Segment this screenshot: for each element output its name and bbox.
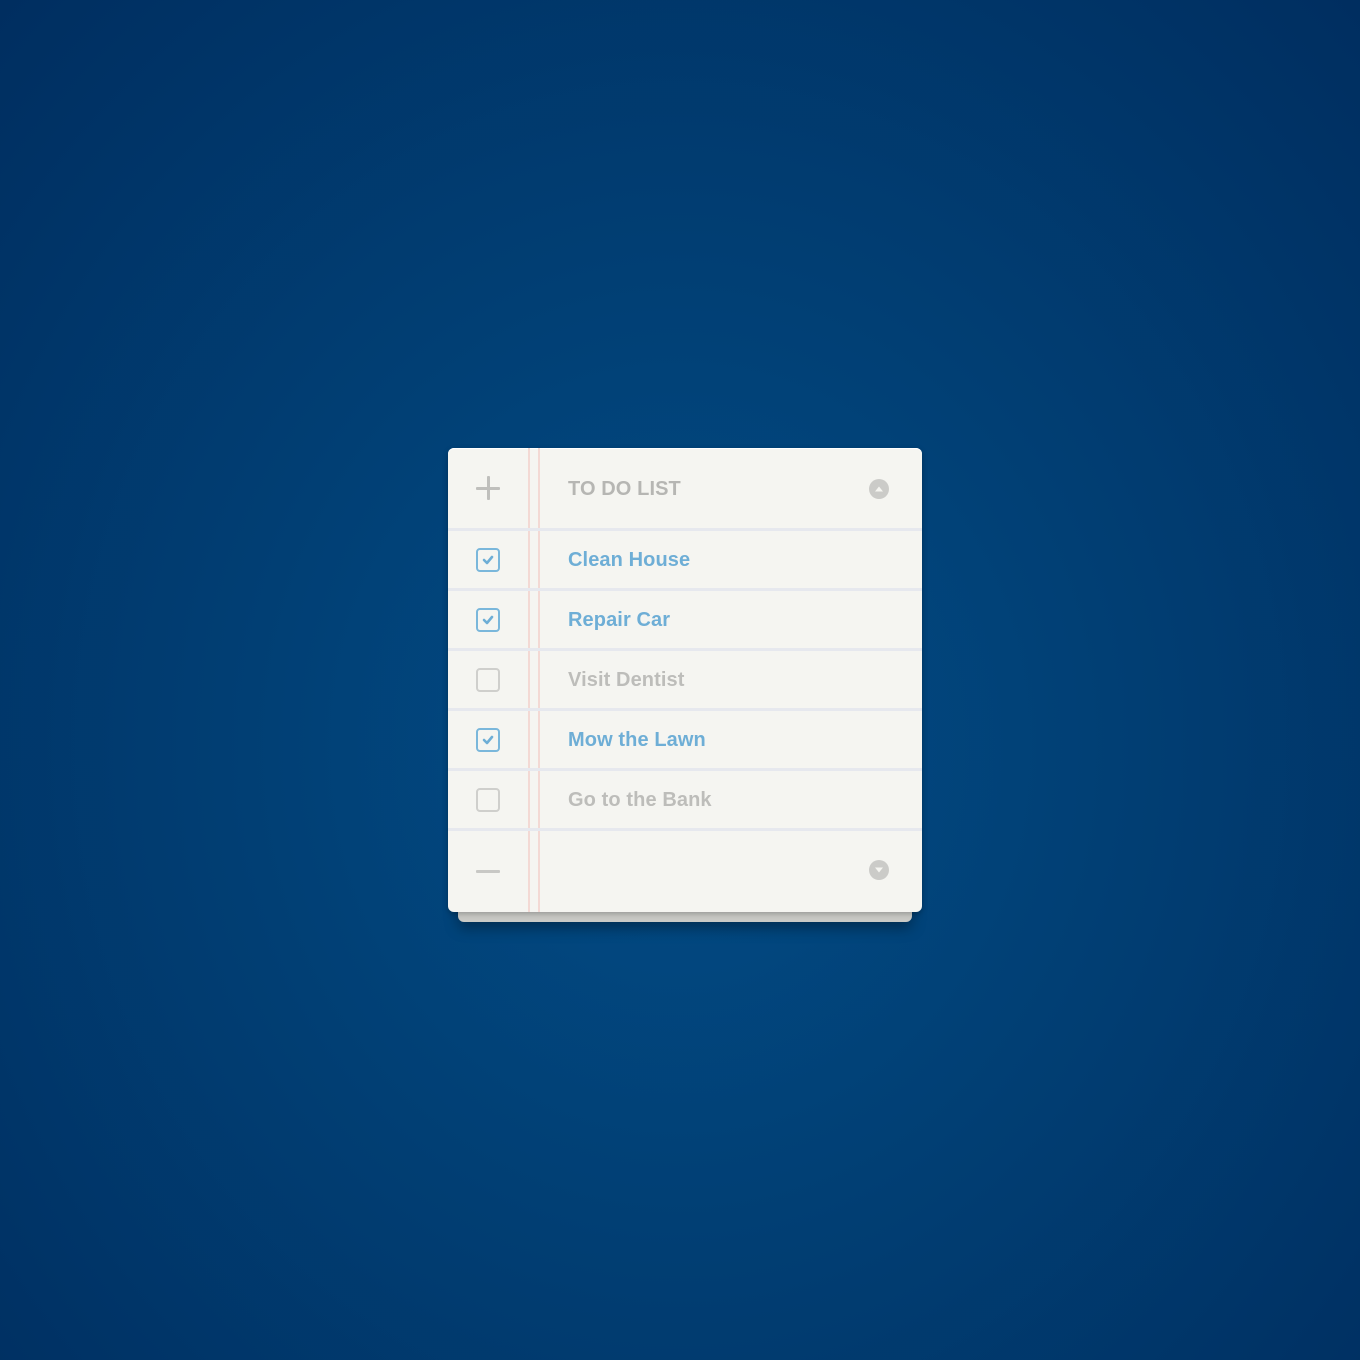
checkbox-cell [448,711,528,768]
scroll-up-button[interactable] [869,479,889,499]
checkbox-cell [448,591,528,648]
todo-item-label[interactable]: Mow the Lawn [568,729,706,752]
checkmark-icon [482,735,494,744]
todo-item: Visit Dentist [448,651,922,711]
todo-item-label[interactable]: Go to the Bank [568,789,712,812]
checkmark-icon [482,555,494,564]
todo-checkbox[interactable] [476,547,500,572]
todo-checkbox[interactable] [476,667,500,692]
todo-item-label[interactable]: Clean House [568,549,690,572]
checkbox-cell [448,771,528,828]
add-item-button[interactable] [448,448,528,528]
chevron-up-icon [875,486,883,492]
chevron-down-icon [875,867,883,873]
todo-paper: TO DO LIST Clean House Repair Car Visit De… [448,448,922,912]
todo-checkbox[interactable] [476,787,500,812]
todo-checkbox[interactable] [476,727,500,752]
remove-item-button[interactable] [448,831,528,912]
todo-item-label[interactable]: Visit Dentist [568,669,685,692]
todo-widget: TO DO LIST Clean House Repair Car Visit De… [448,448,922,922]
checkbox-cell [448,531,528,588]
todo-footer [448,831,922,912]
todo-item-label[interactable]: Repair Car [568,609,670,632]
todo-item: Mow the Lawn [448,711,922,771]
todo-item: Clean House [448,531,922,591]
todo-header: TO DO LIST [448,448,922,531]
todo-item: Go to the Bank [448,771,922,831]
list-title: TO DO LIST [568,478,681,500]
checkmark-icon [482,615,494,624]
todo-item: Repair Car [448,591,922,651]
todo-checkbox[interactable] [476,607,500,632]
minus-icon [476,870,500,873]
plus-icon [476,476,500,500]
checkbox-cell [448,651,528,708]
scroll-down-button[interactable] [869,860,889,880]
